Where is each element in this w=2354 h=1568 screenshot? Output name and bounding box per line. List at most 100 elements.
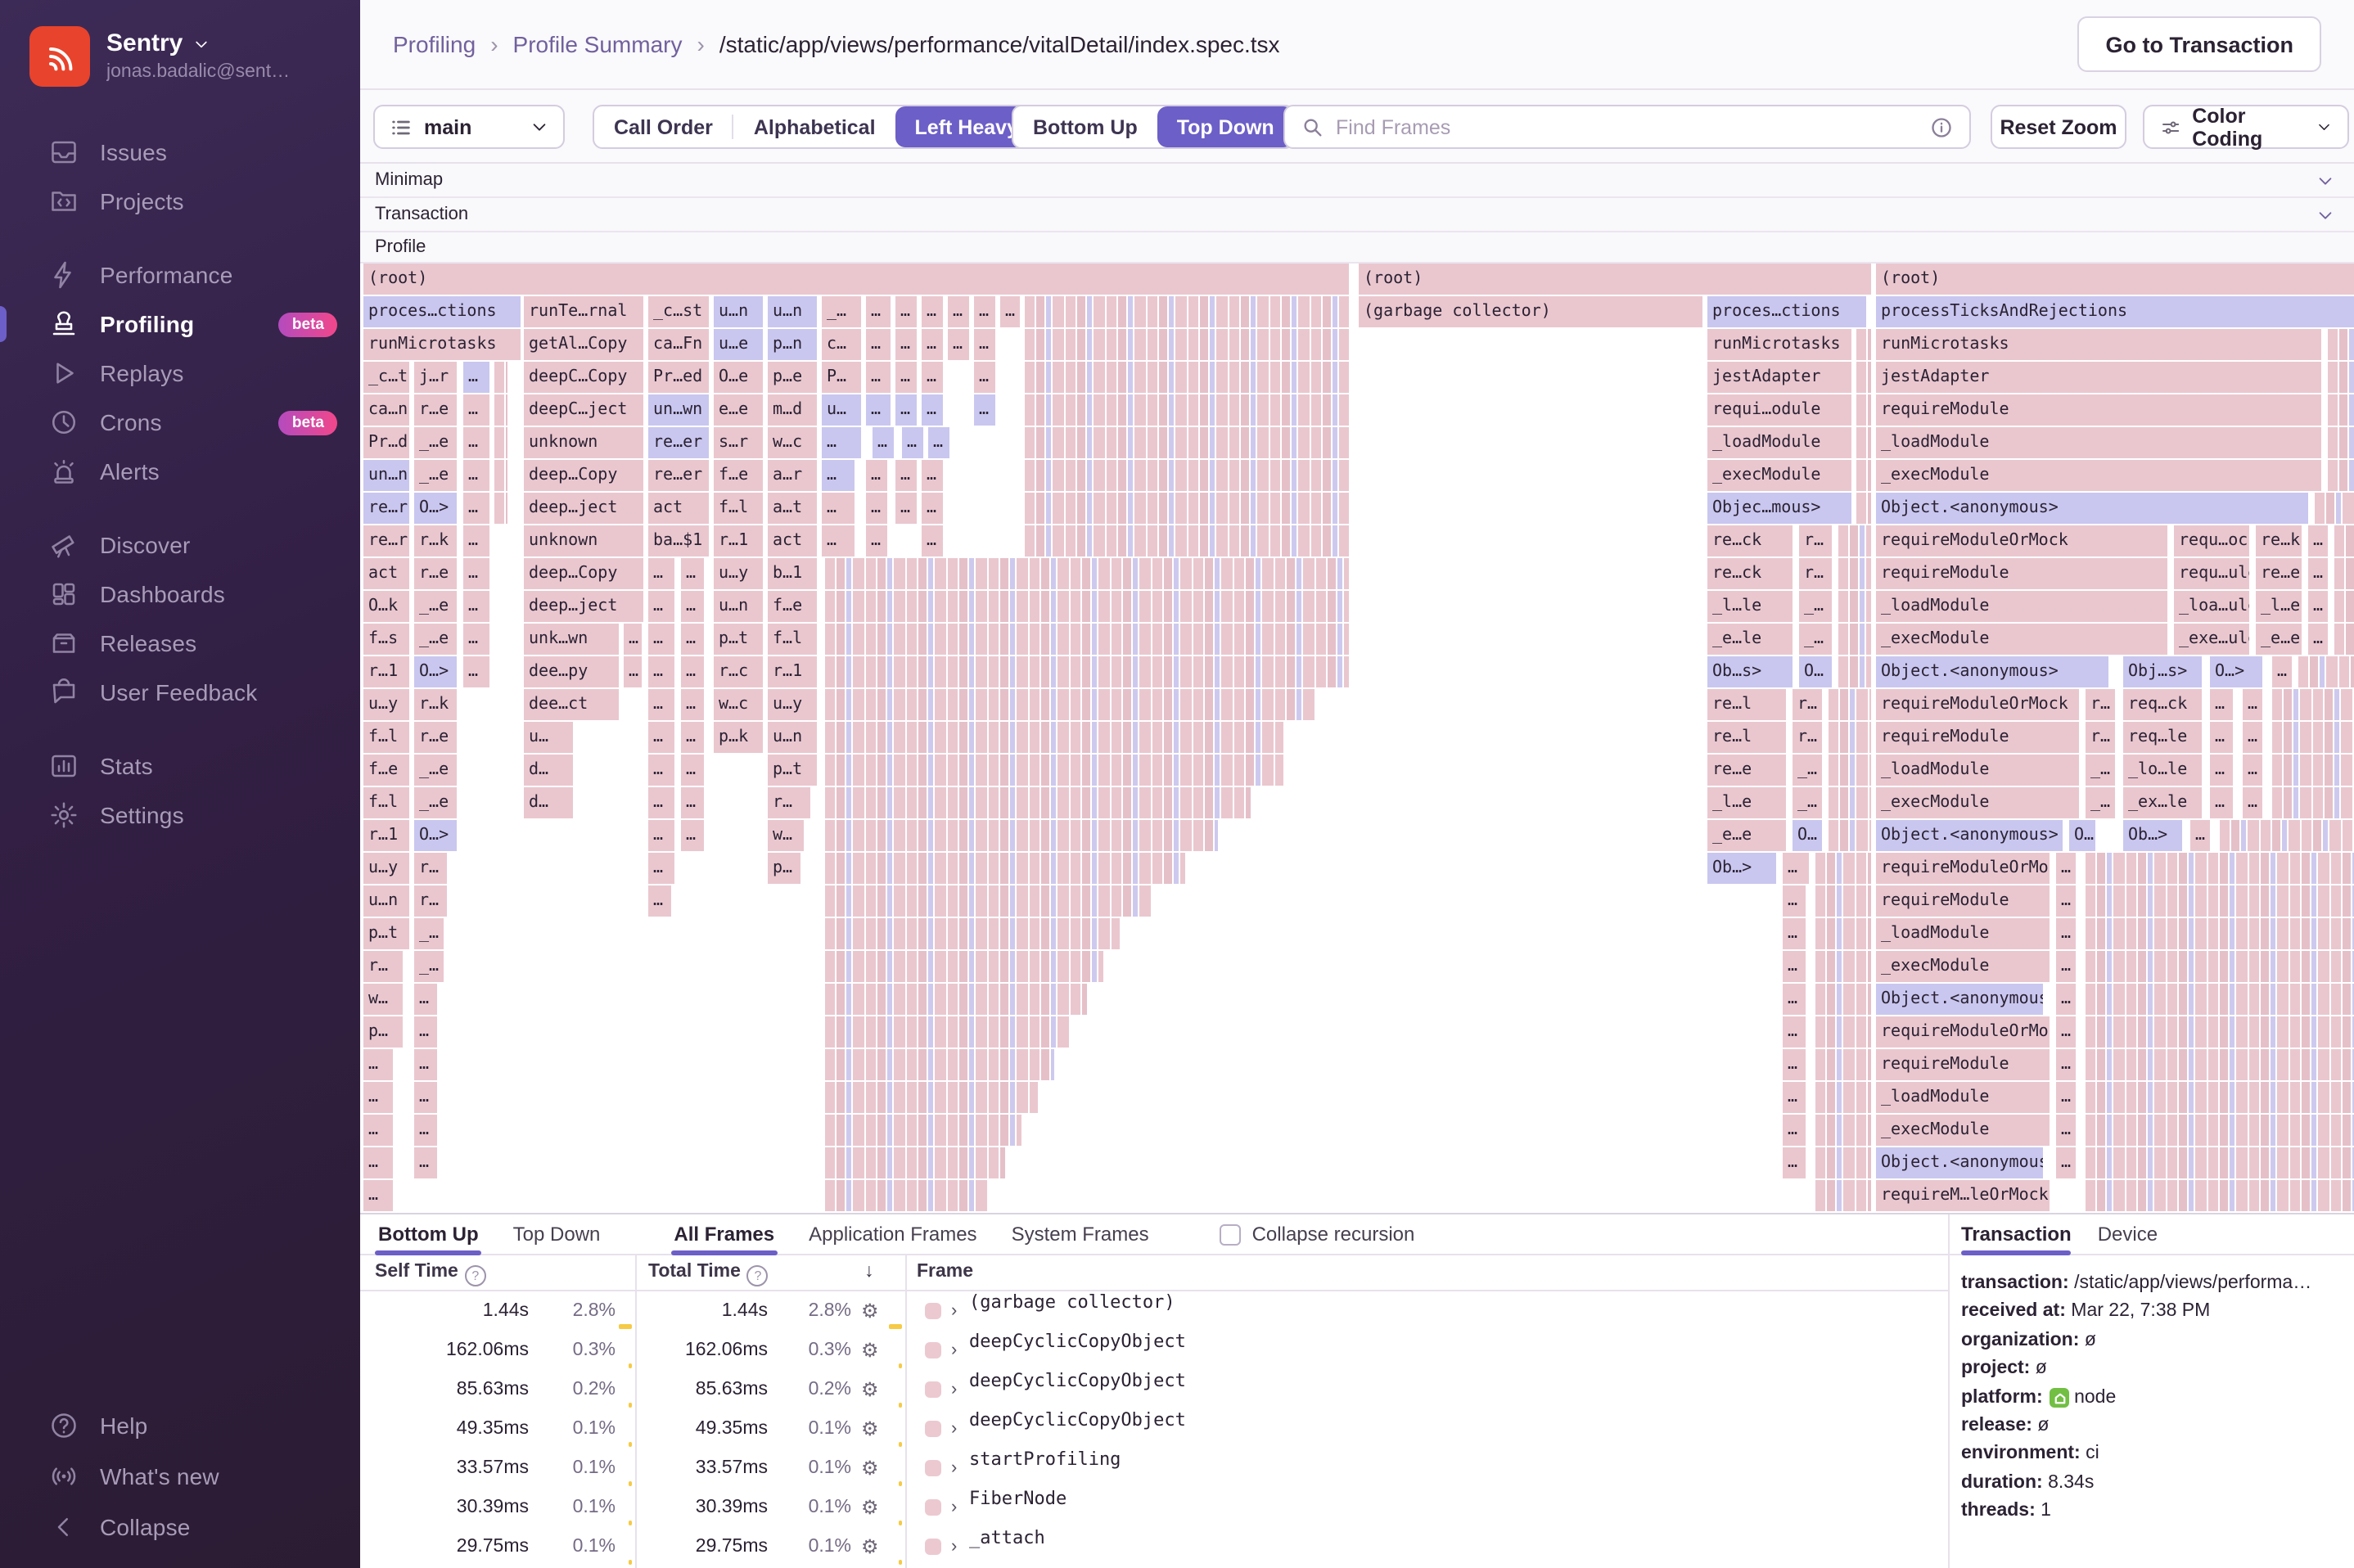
flame-frame-cluster[interactable] — [2272, 689, 2354, 720]
org-switcher[interactable]: Sentry — [106, 29, 290, 57]
tab-system-frames[interactable]: System Frames — [1008, 1214, 1152, 1254]
flame-frame-cluster[interactable] — [825, 984, 1087, 1015]
flame-frame-cluster[interactable] — [494, 394, 507, 426]
flame-frame[interactable]: _… — [1799, 624, 1832, 655]
flame-frame[interactable]: r…e — [414, 394, 457, 426]
flame-frame[interactable]: jestAdapter — [1876, 362, 2321, 393]
flame-frame[interactable]: … — [1783, 951, 1806, 982]
flame-frame-cluster[interactable] — [1838, 656, 1871, 687]
flame-frame[interactable]: … — [866, 525, 887, 556]
sidebar-item-performance[interactable]: Performance — [0, 250, 360, 300]
flame-frame[interactable]: … — [463, 460, 489, 491]
flame-frame-cluster[interactable] — [2334, 558, 2354, 589]
flame-frame[interactable]: … — [463, 656, 489, 687]
flame-frame-cluster[interactable] — [1815, 1115, 1871, 1146]
flame-frame[interactable]: … — [648, 624, 674, 655]
flame-frame-cluster[interactable] — [1025, 427, 1349, 458]
flame-frame-cluster[interactable] — [1815, 885, 1871, 917]
flame-frame[interactable]: … — [922, 362, 943, 393]
flame-frame[interactable]: … — [363, 1147, 393, 1178]
flame-frame-cluster[interactable] — [825, 918, 1120, 949]
flame-frame[interactable]: r…k — [414, 525, 457, 556]
flame-frame[interactable]: … — [681, 656, 704, 687]
expand-chevron-icon[interactable]: › — [951, 1331, 957, 1370]
flame-frame-cluster[interactable] — [2328, 460, 2354, 491]
flame-frame[interactable]: … — [2056, 951, 2076, 982]
flame-frame[interactable]: r…k — [414, 689, 457, 720]
flame-frame-cluster[interactable] — [825, 591, 1349, 622]
flame-frame[interactable]: Object.<anonymous> — [1876, 984, 2043, 1015]
flame-frame[interactable]: p…t — [768, 755, 817, 786]
flame-frame[interactable]: re…e — [1707, 755, 1786, 786]
flame-frame-cluster[interactable] — [1815, 984, 1871, 1015]
flame-frame[interactable]: c… — [822, 329, 861, 360]
flame-frame[interactable]: _…e — [414, 427, 457, 458]
flame-frame[interactable]: deep…ject — [524, 591, 643, 622]
sidebar-item-alerts[interactable]: Alerts — [0, 447, 360, 496]
flame-frame[interactable]: s…r — [714, 427, 763, 458]
flame-frame[interactable]: (root) — [1359, 264, 1871, 295]
flame-frame[interactable]: f…l — [363, 722, 409, 753]
flame-frame[interactable]: _l…e — [1707, 787, 1786, 818]
find-frames-input[interactable]: Find Frames — [1283, 105, 1971, 149]
flame-frame-cluster[interactable] — [1838, 591, 1871, 622]
frame-settings-gear-icon[interactable]: ⚙ — [861, 1331, 879, 1370]
flame-frame[interactable]: … — [866, 394, 891, 426]
flame-frame[interactable]: re…er — [648, 460, 709, 491]
col-frame[interactable]: Frame — [917, 1262, 973, 1282]
flame-frame[interactable]: … — [822, 427, 861, 458]
flame-frame[interactable]: … — [2056, 918, 2076, 949]
sidebar-item-profiling[interactable]: Profilingbeta — [0, 300, 360, 349]
flame-frame-cluster[interactable] — [1025, 525, 1349, 556]
flame-frame[interactable]: _…e — [414, 787, 457, 818]
flame-frame-cluster[interactable] — [2315, 493, 2354, 524]
flame-frame[interactable]: … — [822, 493, 855, 524]
flame-frame-cluster[interactable] — [825, 624, 1349, 655]
flame-frame[interactable]: … — [681, 722, 704, 753]
flame-frame-cluster[interactable] — [1025, 329, 1349, 360]
flame-frame[interactable]: r… — [2086, 722, 2115, 753]
flame-frame[interactable]: f…e — [363, 755, 409, 786]
flame-frame[interactable]: … — [463, 591, 489, 622]
flame-frame[interactable]: _… — [1793, 787, 1822, 818]
flame-frame-cluster[interactable] — [2086, 1115, 2354, 1146]
flame-frame[interactable]: w… — [768, 820, 804, 851]
reset-zoom-button[interactable]: Reset Zoom — [1991, 105, 2126, 149]
frame-table-row[interactable]: 33.57ms0.1%33.57ms0.1%⚙›startProfiling — [360, 1449, 1948, 1488]
flame-frame[interactable]: p…k — [714, 722, 763, 753]
flame-frame[interactable]: proces…ctions — [363, 296, 521, 327]
flame-frame[interactable]: requireModule — [1876, 722, 2079, 753]
flame-frame[interactable]: Ob…s> — [1707, 656, 1793, 687]
flame-frame[interactable]: … — [414, 1049, 437, 1080]
flame-frame-cluster[interactable] — [825, 1082, 1038, 1113]
flame-frame-cluster[interactable] — [1025, 296, 1349, 327]
flame-frame[interactable]: … — [974, 296, 995, 327]
sidebar-item-crons[interactable]: Cronsbeta — [0, 398, 360, 447]
breadcrumb-profiling[interactable]: Profiling — [393, 31, 476, 57]
flame-frame[interactable]: m…d — [768, 394, 817, 426]
tab-bottom-up[interactable]: Bottom Up — [375, 1214, 482, 1254]
frame-table-row[interactable]: 162.06ms0.3%162.06ms0.3%⚙›deepCyclicCopy… — [360, 1331, 1948, 1370]
flame-frame-cluster[interactable] — [825, 951, 1103, 982]
flame-frame[interactable]: O… — [2069, 820, 2095, 851]
flame-frame[interactable]: ba…$1 — [648, 525, 709, 556]
flame-frame-cluster[interactable] — [2086, 853, 2354, 884]
flame-frame[interactable]: … — [463, 394, 489, 426]
flame-frame[interactable]: … — [463, 525, 489, 556]
flame-frame[interactable]: r…e — [414, 722, 457, 753]
flame-frame[interactable]: re…er — [648, 427, 709, 458]
flame-frame[interactable]: requireModuleOrMock — [1876, 525, 2167, 556]
flame-frame-cluster[interactable] — [2086, 1147, 2354, 1178]
flame-frame[interactable]: … — [2056, 1049, 2076, 1080]
flame-frame-cluster[interactable] — [1856, 460, 1871, 491]
flame-frame[interactable]: Object.<anonymous> — [1876, 1147, 2043, 1178]
frame-settings-gear-icon[interactable]: ⚙ — [861, 1291, 879, 1331]
flame-frame[interactable]: runMicrotasks — [1707, 329, 1851, 360]
flame-frame[interactable]: u…e — [714, 329, 763, 360]
flame-frame[interactable]: … — [2210, 787, 2233, 818]
flame-frame[interactable]: … — [922, 394, 943, 426]
flame-frame[interactable]: _… — [414, 951, 444, 982]
flame-frame[interactable]: _…e — [414, 460, 457, 491]
flame-frame-cluster[interactable] — [2334, 525, 2354, 556]
flame-frame[interactable]: r… — [1793, 722, 1822, 753]
